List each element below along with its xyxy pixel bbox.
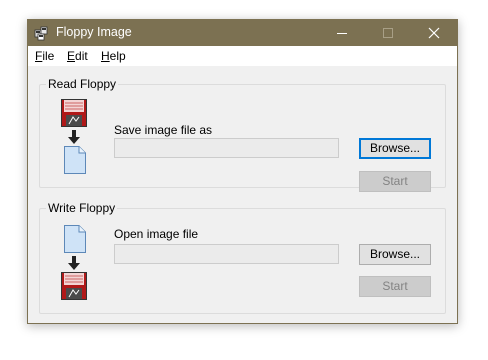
menu-help[interactable]: Help [101, 49, 126, 63]
read-floppy-title: Read Floppy [46, 77, 119, 91]
floppy-disk-icon [61, 272, 87, 303]
menu-edit-label: dit [75, 49, 88, 63]
menu-edit-accel: E [67, 49, 76, 63]
open-image-input[interactable] [114, 244, 339, 264]
arrow-down-icon [68, 256, 80, 273]
maximize-button[interactable] [365, 20, 411, 46]
write-floppy-title: Write Floppy [46, 201, 118, 215]
open-image-label: Open image file [114, 227, 199, 241]
read-start-button[interactable]: Start [359, 171, 431, 192]
menu-help-label: elp [109, 49, 126, 63]
minimize-button[interactable] [319, 20, 365, 46]
write-start-button[interactable]: Start [359, 276, 431, 297]
close-icon [428, 27, 440, 39]
menu-bar: File Edit Help [28, 46, 457, 66]
app-icon [34, 25, 50, 41]
floppy-disk-icon [61, 99, 87, 130]
save-image-input[interactable] [114, 138, 339, 158]
write-browse-button[interactable]: Browse... [359, 244, 431, 265]
read-floppy-group: Read Floppy Save image file as Browse...… [39, 77, 446, 192]
document-icon [64, 225, 86, 256]
menu-file[interactable]: File [35, 49, 54, 63]
read-browse-button[interactable]: Browse... [359, 138, 431, 159]
maximize-icon [383, 28, 393, 38]
menu-file-label: ile [42, 49, 55, 63]
floppy-image-window: Floppy Image File Edit Help Read Floppy [27, 19, 458, 324]
arrow-down-icon [68, 130, 80, 147]
document-icon [64, 146, 86, 177]
title-bar[interactable]: Floppy Image [28, 20, 457, 46]
write-floppy-group: Write Floppy Open image file Browse... S… [39, 201, 446, 314]
minimize-icon [337, 33, 347, 34]
close-button[interactable] [411, 20, 457, 46]
window-title: Floppy Image [56, 25, 132, 39]
save-image-label: Save image file as [114, 123, 213, 137]
menu-edit[interactable]: Edit [67, 49, 88, 63]
menu-help-accel: H [101, 49, 110, 63]
